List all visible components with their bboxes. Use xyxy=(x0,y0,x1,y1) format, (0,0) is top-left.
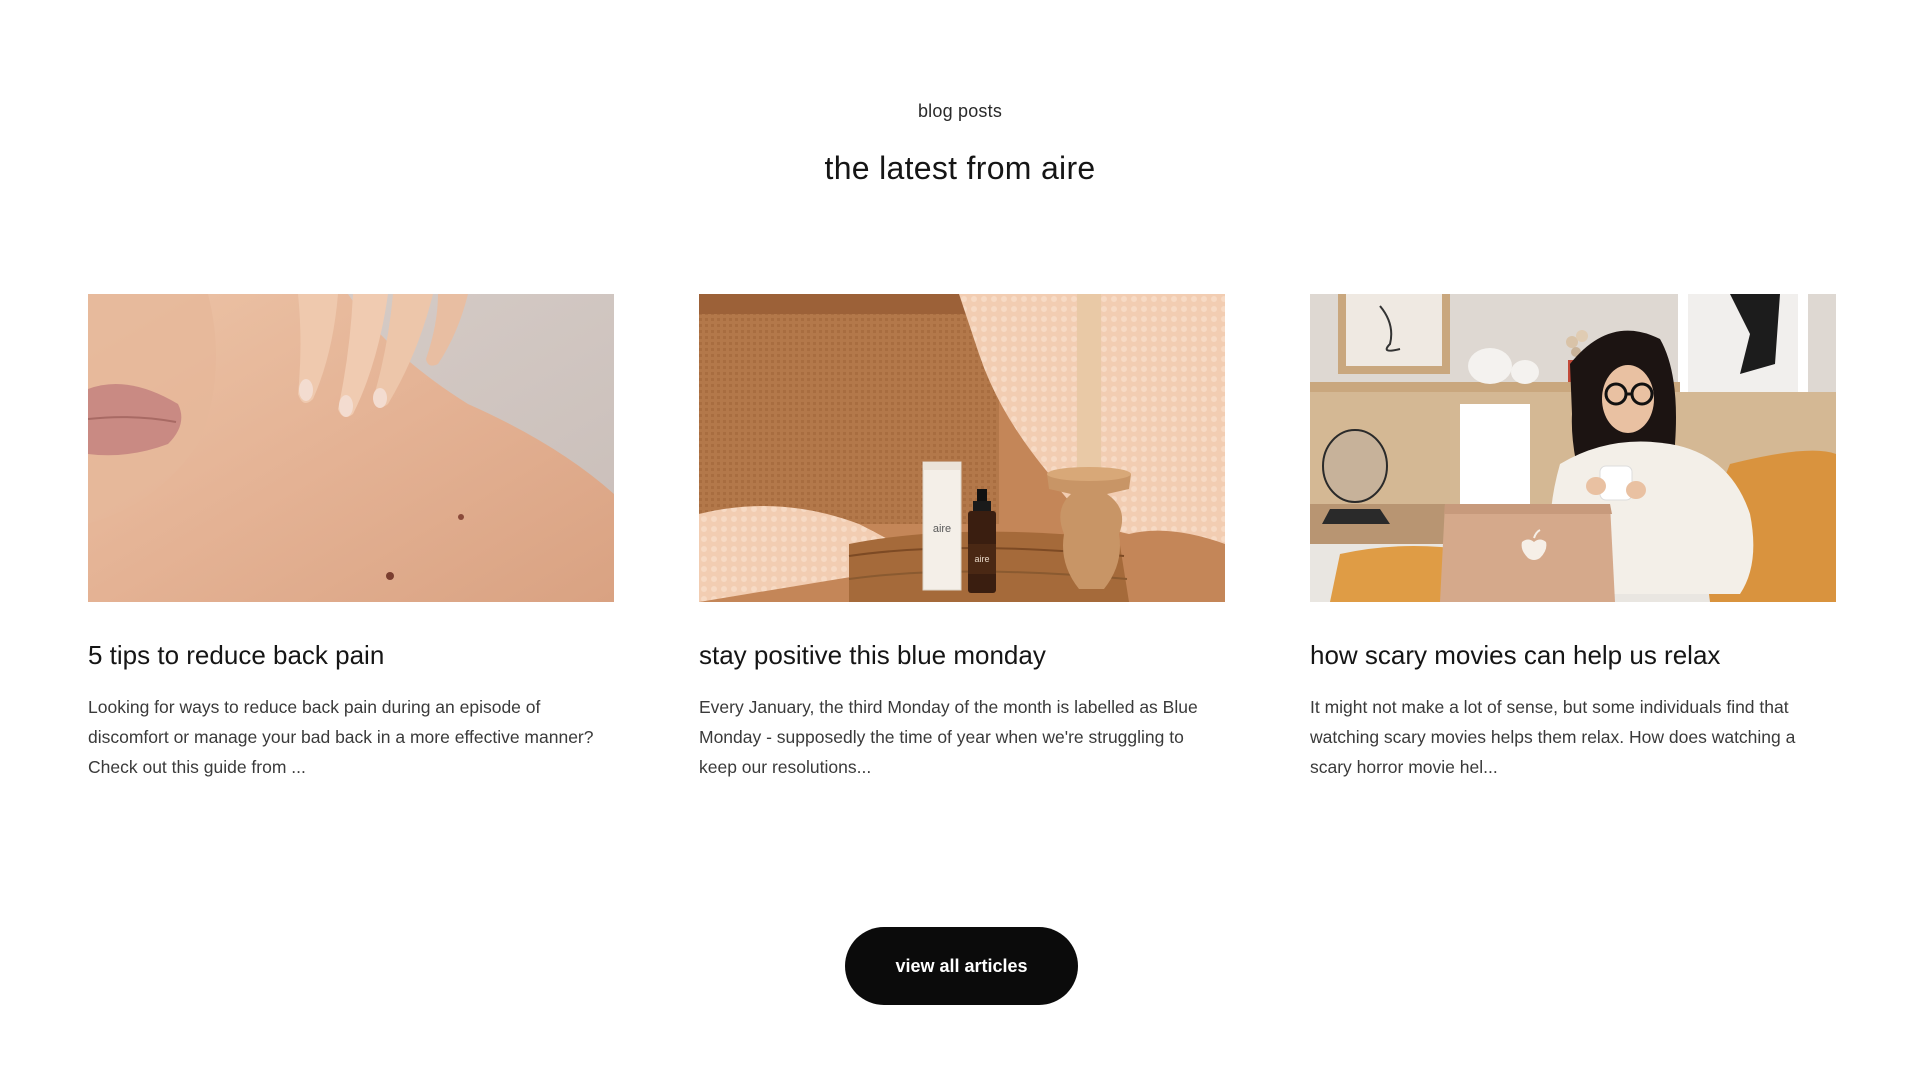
view-all-articles-button[interactable]: view all articles xyxy=(845,927,1078,1005)
blog-card: 5 tips to reduce back pain Looking for w… xyxy=(88,294,614,782)
post-title[interactable]: 5 tips to reduce back pain xyxy=(88,638,614,672)
post-image-shoulder[interactable] xyxy=(88,294,614,602)
blog-card: aire aire stay positive this blue monday… xyxy=(699,294,1225,782)
woman-laptop-photo xyxy=(1310,294,1836,602)
product-photo: aire aire xyxy=(699,294,1225,602)
post-excerpt: Looking for ways to reduce back pain dur… xyxy=(88,697,594,777)
shoulder-photo xyxy=(88,294,614,602)
section-eyebrow: blog posts xyxy=(917,101,1003,121)
blog-card: how scary movies can help us relax It mi… xyxy=(1310,294,1836,782)
post-title[interactable]: stay positive this blue monday xyxy=(699,638,1225,672)
post-excerpt: It might not make a lot of sense, but so… xyxy=(1310,697,1796,777)
product-bottle-logo: aire xyxy=(974,554,989,564)
post-title[interactable]: how scary movies can help us relax xyxy=(1310,638,1836,672)
section-heading: the latest from aire xyxy=(824,150,1096,186)
post-excerpt: Every January, the third Monday of the m… xyxy=(699,697,1198,777)
blog-section: blog posts the latest from aire 5 tips t… xyxy=(0,0,1920,1080)
post-image-candle[interactable]: aire aire xyxy=(699,294,1225,602)
product-box-logo: aire xyxy=(933,523,951,535)
post-image-laptop[interactable] xyxy=(1310,294,1836,602)
